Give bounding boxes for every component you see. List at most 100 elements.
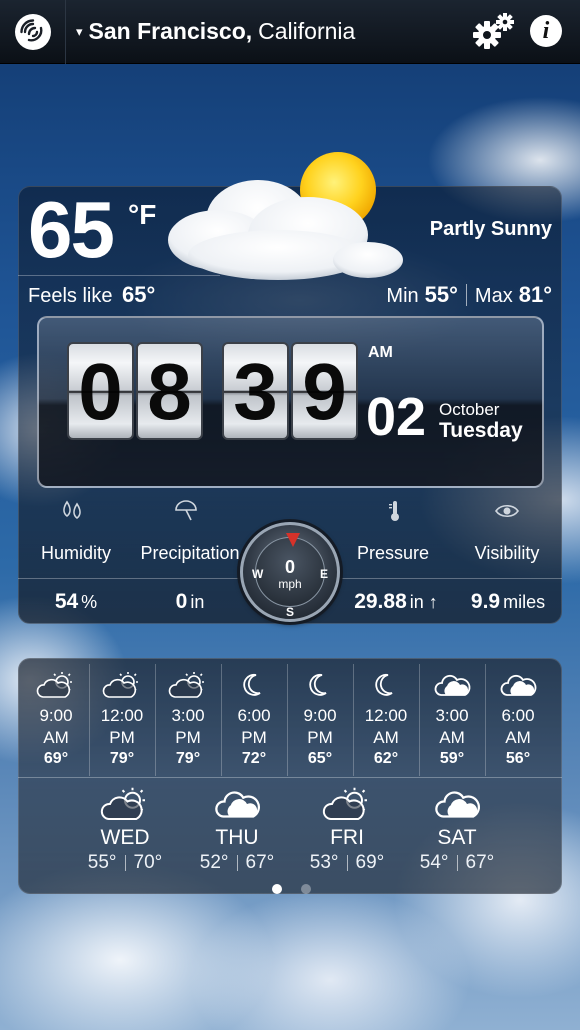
daily-day: FRI: [330, 826, 364, 849]
temperature-unit[interactable]: °F: [128, 199, 156, 231]
moon-icon: [300, 670, 340, 700]
pressure-unit: in ↑: [409, 592, 438, 612]
hourly-time: 6:00: [501, 706, 535, 725]
visibility-number: 9.9: [470, 590, 501, 613]
app-logo-button[interactable]: [0, 0, 66, 64]
visibility-label: Visibility: [474, 543, 540, 563]
humidity-value: 54%: [28, 590, 124, 614]
hourly-period: AM: [505, 728, 531, 747]
hourly-temp: 79°: [109, 750, 135, 767]
separator: [124, 854, 126, 871]
pressure-number: 29.88: [354, 590, 407, 613]
clock-hour-tens: 0: [67, 342, 134, 440]
min-value: 55°: [424, 282, 458, 307]
separator: [346, 854, 348, 871]
hourly-time: 9:00: [39, 706, 73, 725]
daily-item: SAT 54° 67°: [402, 784, 512, 874]
hourly-time: 6:00: [237, 706, 271, 725]
moon-icon: [366, 670, 406, 700]
min-label: Min: [386, 285, 419, 307]
daily-item: WED 55° 70°: [70, 784, 180, 874]
divider: [287, 664, 288, 776]
hourly-item: 12:00 AM 62°: [353, 664, 419, 776]
hourly-item: 6:00 AM 56°: [485, 664, 551, 776]
divider: [18, 578, 240, 579]
partly-sunny-icon: [36, 670, 76, 700]
hourly-period: PM: [307, 728, 333, 747]
page-dot[interactable]: [301, 884, 311, 894]
daily-range: 53° 69°: [292, 852, 402, 874]
precipitation-label: Precipitation: [140, 543, 240, 563]
partly-sunny-icon: [100, 784, 150, 824]
precipitation-number: 0: [175, 590, 188, 613]
wind-speed: 0: [284, 557, 295, 577]
daily-range: 55° 70°: [70, 852, 180, 874]
clock-ampm: AM: [368, 344, 393, 361]
daily-max: 69°: [355, 852, 385, 873]
divider: [18, 777, 562, 778]
daily-min: 53°: [309, 852, 339, 873]
top-bar: ▾ San Francisco, California i: [0, 0, 580, 64]
divider: [353, 664, 354, 776]
separator: [456, 854, 458, 871]
location-selector[interactable]: ▾ San Francisco, California: [76, 18, 355, 45]
compass-north: N: [286, 524, 295, 538]
hourly-period: AM: [439, 728, 465, 747]
feels-like: Feels like 65°: [28, 282, 155, 308]
divider: [89, 664, 90, 776]
settings-gear-icon[interactable]: [472, 12, 516, 52]
visibility-value: 9.9 miles: [456, 590, 560, 614]
min-max: Min 55° Max 81°: [386, 282, 552, 308]
divider: [485, 664, 486, 776]
daily-range: 54° 67°: [402, 852, 512, 874]
precipitation-value: 0 in: [134, 590, 246, 614]
cloud-icon: [498, 670, 538, 700]
partly-sunny-icon: [102, 670, 142, 700]
hourly-time: 3:00: [435, 706, 469, 725]
condition-text: Partly Sunny: [429, 218, 552, 240]
visibility-unit: miles: [503, 592, 546, 612]
hourly-temp: 65°: [307, 750, 333, 767]
hourly-item: 12:00 PM 79°: [89, 664, 155, 776]
hourly-period: AM: [43, 728, 69, 747]
page-dot[interactable]: [272, 884, 282, 894]
pressure-label: Pressure: [356, 543, 430, 563]
current-temperature: 65: [28, 185, 115, 274]
date-day: 02: [366, 387, 427, 447]
moon-icon: [234, 670, 274, 700]
pressure-value: 29.88 in ↑: [340, 590, 452, 614]
compass-south: S: [286, 605, 295, 619]
humidity-label: Humidity: [40, 543, 111, 563]
hourly-temp: 72°: [241, 750, 267, 767]
hourly-period: AM: [373, 728, 399, 747]
cloud-icon: [432, 784, 482, 824]
cloud-icon: [432, 670, 472, 700]
feels-like-label: Feels like: [28, 285, 113, 307]
hourly-item: 3:00 AM 59°: [419, 664, 485, 776]
hourly-temp: 59°: [439, 750, 465, 767]
separator: [236, 854, 238, 871]
hourly-time: 12:00: [364, 706, 408, 725]
divider: [155, 664, 156, 776]
feels-like-value: 65°: [122, 282, 156, 307]
partly-sunny-icon: [168, 670, 208, 700]
hourly-time: 12:00: [100, 706, 144, 725]
divider: [419, 664, 420, 776]
daily-min: 54°: [419, 852, 449, 873]
humidity-number: 54: [54, 590, 79, 613]
max-value: 81°: [518, 282, 552, 307]
daily-max: 67°: [465, 852, 495, 873]
clock-hour-ones: 8: [136, 342, 203, 440]
location-city: San Francisco,: [88, 18, 253, 44]
info-icon[interactable]: i: [530, 15, 562, 47]
hourly-temp: 69°: [43, 750, 69, 767]
hourly-temp: 56°: [505, 750, 531, 767]
divider: [18, 275, 220, 276]
wind-unit: mph: [278, 577, 302, 591]
divider: [221, 664, 222, 776]
hourly-time: 9:00: [303, 706, 337, 725]
hourly-item: 6:00 PM 72°: [221, 664, 287, 776]
hourly-temp: 62°: [373, 750, 399, 767]
daily-max: 67°: [245, 852, 275, 873]
daily-item: THU 52° 67°: [182, 784, 292, 874]
